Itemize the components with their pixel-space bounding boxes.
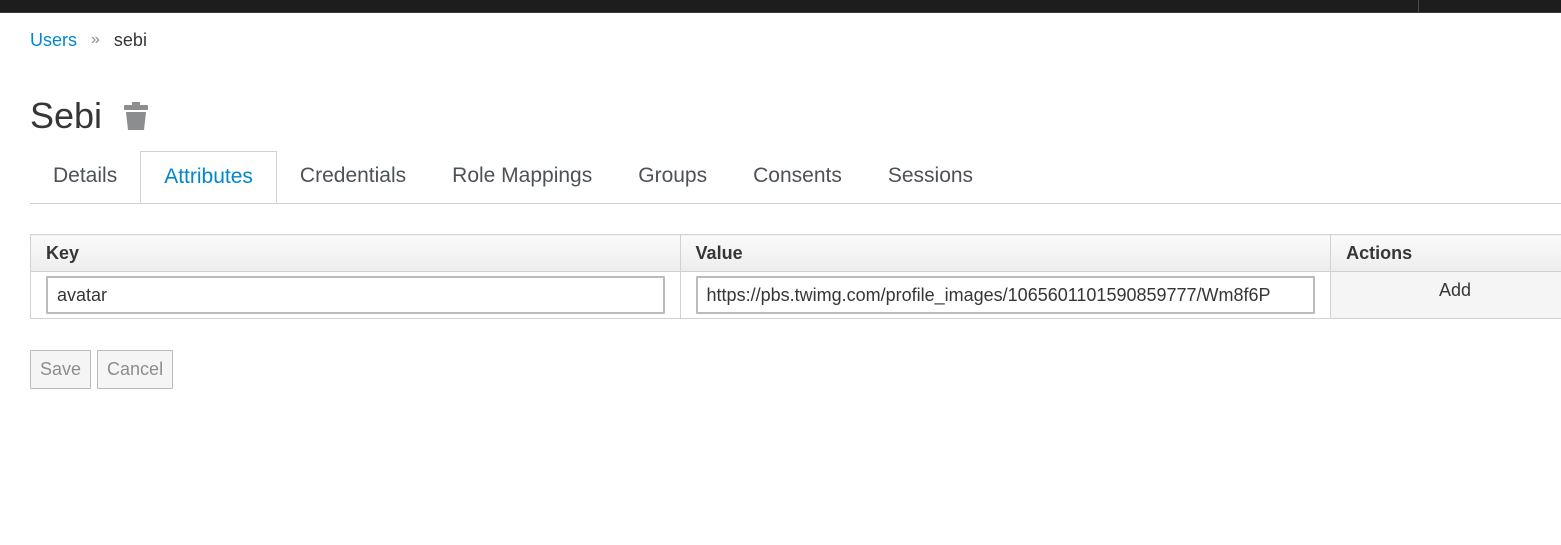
column-header-actions: Actions — [1330, 234, 1561, 272]
tab-groups[interactable]: Groups — [615, 151, 730, 201]
tab-sessions[interactable]: Sessions — [865, 151, 996, 201]
user-tabs: Details Attributes Credentials Role Mapp… — [30, 151, 1561, 204]
trash-icon[interactable] — [124, 102, 149, 130]
attributes-table: Key Value Actions Add — [30, 234, 1561, 319]
key-cell — [30, 271, 681, 319]
page-header: Sebi — [30, 94, 149, 138]
table-row: Add — [30, 271, 1561, 319]
tab-attributes[interactable]: Attributes — [140, 151, 277, 203]
breadcrumb-separator: » — [91, 31, 100, 48]
breadcrumb-current: sebi — [113, 30, 147, 50]
breadcrumb-users-link[interactable]: Users — [30, 28, 77, 52]
save-button[interactable]: Save — [30, 350, 92, 389]
actions-cell: Add — [1330, 271, 1561, 319]
table-header-row: Key Value Actions — [30, 234, 1561, 272]
cancel-button[interactable]: Cancel — [97, 350, 174, 389]
attribute-key-input[interactable] — [46, 276, 665, 314]
navbar-divider — [1418, 0, 1419, 12]
form-buttons: Save Cancel — [30, 350, 174, 389]
tab-details[interactable]: Details — [30, 151, 140, 201]
top-navbar — [0, 0, 1561, 13]
value-cell — [679, 271, 1332, 319]
column-header-value: Value — [679, 234, 1332, 272]
attribute-value-input[interactable] — [695, 276, 1316, 314]
tab-role-mappings[interactable]: Role Mappings — [429, 151, 615, 201]
tab-consents[interactable]: Consents — [730, 151, 865, 201]
breadcrumb: Users » sebi — [30, 28, 147, 52]
tab-credentials[interactable]: Credentials — [277, 151, 429, 201]
column-header-key: Key — [30, 234, 681, 272]
add-attribute-button[interactable]: Add — [1439, 280, 1471, 301]
page-title: Sebi — [30, 95, 103, 136]
